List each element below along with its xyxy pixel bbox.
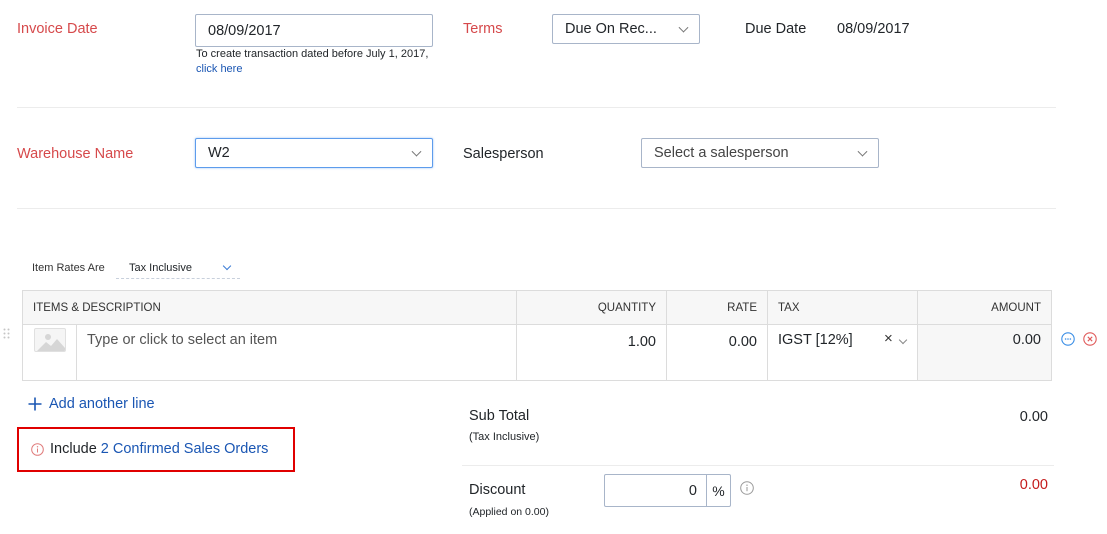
remove-row-icon[interactable]: [1083, 332, 1097, 346]
subtotal-value: 0.00: [1019, 409, 1048, 425]
salesperson-dropdown[interactable]: Select a salesperson: [641, 138, 879, 168]
divider: [462, 465, 1054, 466]
more-options-icon[interactable]: [1061, 332, 1075, 346]
discount-unit-toggle[interactable]: %: [706, 475, 730, 506]
invoice-date-value: 08/09/2017: [208, 22, 281, 39]
item-image-cell[interactable]: [22, 324, 77, 381]
divider: [17, 208, 1056, 209]
clear-tax-icon[interactable]: ×: [884, 330, 893, 347]
warehouse-label: Warehouse Name: [17, 146, 134, 162]
invoice-date-hint: To create transaction dated before July …: [196, 48, 429, 60]
divider: [17, 107, 1056, 108]
header-amount: AMOUNT: [917, 290, 1052, 325]
table-header-row: ITEMS & DESCRIPTION QUANTITY RATE TAX AM…: [22, 290, 1052, 325]
terms-label: Terms: [463, 21, 503, 37]
plus-icon: [28, 397, 42, 411]
rate-input[interactable]: 0.00: [666, 324, 768, 381]
discount-sub-label: (Applied on 0.00): [469, 506, 549, 518]
salesperson-placeholder: Select a salesperson: [654, 145, 789, 161]
add-line-button[interactable]: Add another line: [28, 396, 155, 412]
due-date-value: 08/09/2017: [837, 21, 910, 37]
amount-cell: 0.00: [917, 324, 1052, 381]
chevron-down-icon: [222, 261, 232, 271]
due-date-label: Due Date: [745, 21, 807, 37]
image-placeholder-icon: [34, 328, 66, 352]
tax-value: IGST [12%]: [778, 332, 853, 348]
include-sales-orders-notice: Include 2 Confirmed Sales Orders: [17, 427, 295, 472]
chevron-down-icon: [411, 146, 422, 157]
items-table: ITEMS & DESCRIPTION QUANTITY RATE TAX AM…: [22, 290, 1052, 381]
salesperson-label: Salesperson: [463, 146, 544, 162]
warehouse-dropdown[interactable]: W2: [195, 138, 433, 168]
subtotal-sub-label: (Tax Inclusive): [469, 431, 540, 443]
click-here-link[interactable]: click here: [196, 63, 242, 75]
include-prefix: Include: [50, 441, 97, 457]
terms-value: Due On Rec...: [565, 21, 657, 37]
warehouse-value: W2: [208, 145, 230, 161]
discount-input[interactable]: 0: [605, 475, 706, 506]
item-rates-dropdown[interactable]: Tax Inclusive: [116, 259, 240, 279]
discount-label: Discount: [469, 482, 526, 498]
tax-dropdown[interactable]: IGST [12%] ×: [767, 324, 918, 381]
quantity-input[interactable]: 1.00: [516, 324, 667, 381]
add-line-label: Add another line: [49, 396, 155, 412]
header-tax: TAX: [767, 290, 918, 325]
confirmed-sales-orders-link[interactable]: 2 Confirmed Sales Orders: [101, 441, 269, 457]
item-rates-value: Tax Inclusive: [129, 262, 192, 274]
table-row: Type or click to select an item 1.00 0.0…: [22, 324, 1052, 381]
invoice-date-label: Invoice Date: [17, 21, 98, 37]
drag-handle-icon[interactable]: [3, 327, 11, 339]
chevron-down-icon: [678, 22, 689, 33]
info-icon: [31, 443, 44, 456]
info-icon[interactable]: [740, 481, 754, 495]
discount-value: 0.00: [1019, 477, 1048, 493]
header-quantity: QUANTITY: [516, 290, 667, 325]
item-rates-label: Item Rates Are: [32, 262, 105, 274]
invoice-date-input[interactable]: 08/09/2017: [195, 14, 433, 47]
header-rate: RATE: [666, 290, 768, 325]
header-items-description: ITEMS & DESCRIPTION: [22, 290, 517, 325]
subtotal-label: Sub Total: [469, 408, 530, 424]
terms-dropdown[interactable]: Due On Rec...: [552, 14, 700, 44]
chevron-down-icon: [857, 146, 868, 157]
item-input[interactable]: Type or click to select an item: [76, 324, 517, 381]
discount-input-group: 0 %: [604, 474, 731, 507]
chevron-down-icon: [898, 335, 908, 345]
